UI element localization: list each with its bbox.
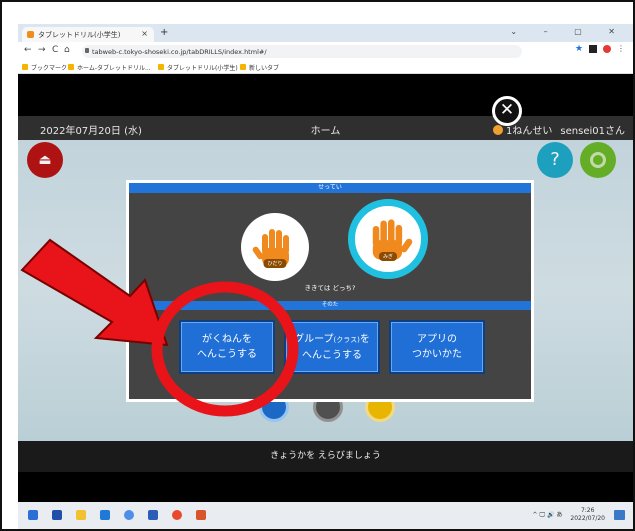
word-icon[interactable] [148, 510, 158, 520]
new-tab-button[interactable]: + [160, 27, 168, 38]
edge-icon[interactable] [124, 510, 134, 520]
forward-button[interactable]: → [38, 45, 46, 55]
search-icon[interactable] [52, 510, 62, 520]
bookmark-item[interactable]: タブレットドリル(小学生) [158, 63, 238, 72]
grade-label: 1ねんせい [506, 126, 553, 137]
bookmarks-bar: ブックマーク ホーム-タブレットドリル... タブレットドリル(小学生) 新しい… [18, 60, 633, 74]
explorer-icon[interactable] [76, 510, 86, 520]
bookmark-item[interactable]: 新しいタブ [240, 63, 279, 72]
browser-tab[interactable]: タブレットドリル(小学生) × [22, 27, 154, 42]
browser-tab-bar: タブレットドリル(小学生) × + ⌄ – ▢ ✕ [18, 24, 633, 42]
drill-app-icon[interactable] [196, 510, 206, 520]
app-usage-button[interactable]: アプリの つかいかた [389, 320, 485, 374]
left-hand-label: ひだり [263, 259, 287, 268]
button-label: アプリの [417, 334, 457, 345]
back-button[interactable]: ← [24, 45, 32, 55]
tray-icons[interactable]: ^ 🖵 🔊 あ [532, 512, 562, 519]
tab-close-icon[interactable]: × [141, 29, 148, 38]
app-header: 2022年07月20日 (水) ホーム 1ねんせい sensei01さん [18, 116, 633, 140]
change-grade-button[interactable]: がくねんを へんこうする [179, 320, 275, 374]
bookmark-star-icon[interactable]: ★ [575, 45, 583, 54]
browser-address-bar: ← → C ⌂ tabweb-c.tokyo-shoseki.co.jp/tab… [18, 42, 633, 60]
tab-title: タブレットドリル(小学生) [38, 31, 121, 39]
user-face-icon [493, 125, 504, 135]
notification-icon[interactable] [614, 510, 625, 520]
button-label: グループ(クラス)を [294, 333, 370, 345]
clock[interactable]: 7:26 2022/07/20 [570, 507, 605, 523]
windows-taskbar: ^ 🖵 🔊 あ 7:26 2022/07/20 [18, 502, 633, 529]
bookmark-item[interactable]: ブックマーク [22, 63, 67, 72]
button-label: へんこうする [302, 349, 362, 361]
menu-icon[interactable]: ⋮ [617, 45, 625, 53]
button-label: へんこうする [197, 349, 257, 360]
app-top-black-band [18, 74, 633, 116]
favicon-icon [27, 31, 34, 38]
settings-dialog: せってい ひだり みぎ ききては どっち? そのた がくねんを へんこうする グ… [126, 180, 534, 402]
window-controls[interactable]: ⌄ – ▢ ✕ [510, 27, 627, 36]
clock-time: 7:26 [580, 507, 595, 514]
change-group-button[interactable]: グループ(クラス)を へんこうする [284, 320, 380, 374]
dialog-header: せってい [129, 183, 531, 193]
handedness-question: ききては どっち? [304, 284, 356, 292]
instruction-bar: きょうかを えらびましょう [18, 441, 633, 472]
url-field[interactable]: tabweb-c.tokyo-shoseki.co.jp/tabDRILLS/i… [82, 45, 522, 58]
dialog-close-button[interactable]: ✕ [492, 96, 522, 126]
home-button[interactable]: ⌂ [64, 45, 70, 55]
button-label: つかいかた [412, 349, 462, 360]
left-hand-option[interactable]: ひだり [241, 213, 309, 281]
reload-button[interactable]: C [52, 45, 58, 55]
button-label: がくねんを [202, 334, 252, 345]
right-hand-option-selected[interactable]: みぎ [348, 199, 428, 279]
url-text: tabweb-c.tokyo-shoseki.co.jp/tabDRILLS/i… [92, 48, 267, 56]
profile-avatar[interactable] [603, 45, 611, 53]
system-tray: ^ 🖵 🔊 あ 7:26 2022/07/20 [532, 507, 605, 523]
extensions-icon[interactable] [589, 45, 597, 53]
clock-date: 2022/07/20 [570, 515, 605, 522]
lock-icon [85, 48, 89, 53]
user-name: sensei01さん [560, 126, 625, 137]
chrome-icon[interactable] [172, 510, 182, 520]
app-bottom-black-band [18, 472, 633, 502]
start-icon[interactable] [28, 510, 38, 520]
outlook-icon[interactable] [100, 510, 110, 520]
other-section-header: そのた [129, 301, 531, 310]
bookmark-item[interactable]: ホーム-タブレットドリル... [68, 63, 151, 72]
app-viewport: 2022年07月20日 (水) ホーム 1ねんせい sensei01さん ⏏ ? … [18, 74, 633, 502]
right-hand-label: みぎ [378, 252, 398, 261]
browser-toolbar-icons: ★ ⋮ [575, 45, 625, 54]
